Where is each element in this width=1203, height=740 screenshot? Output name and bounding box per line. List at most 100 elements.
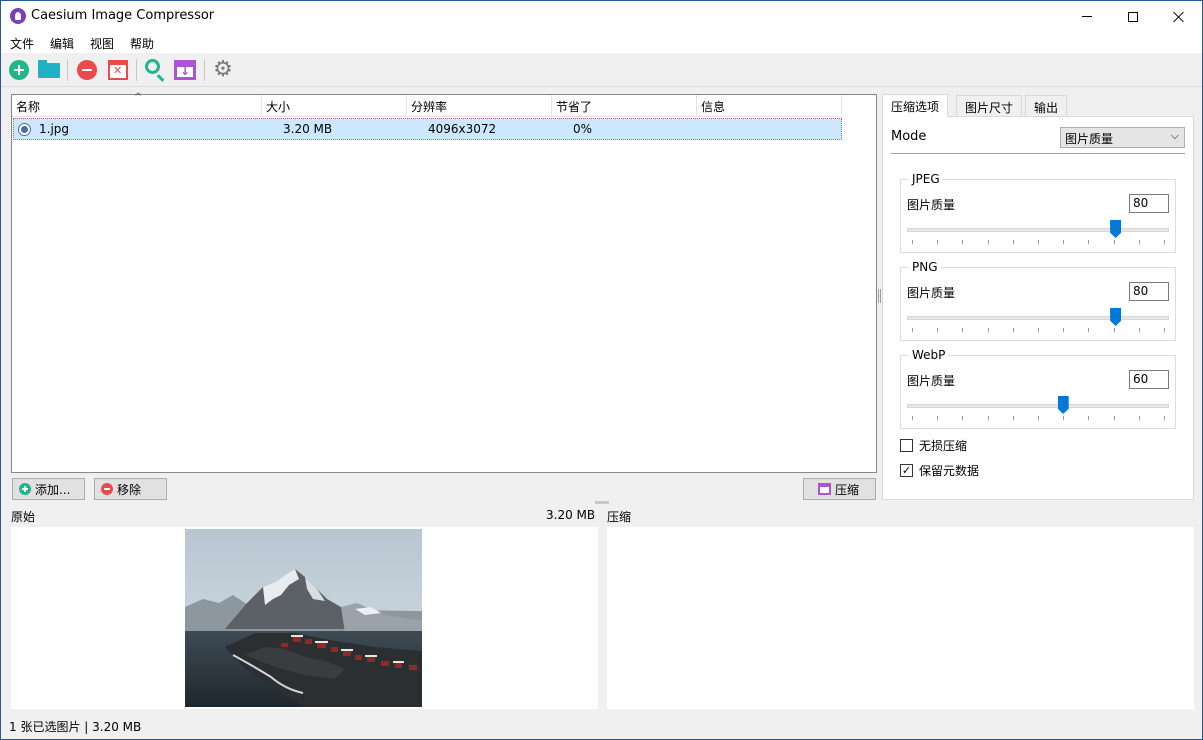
slider-tick — [1063, 240, 1065, 244]
slider-tick — [1138, 240, 1140, 244]
preview-icon — [145, 59, 160, 74]
close-button[interactable] — [1156, 1, 1202, 32]
tab-compression-options[interactable]: 压缩选项 — [882, 94, 949, 117]
mode-select[interactable]: 图片质量 ⌵ — [1060, 127, 1185, 148]
png-quality-slider-thumb[interactable] — [1110, 308, 1122, 326]
slider-tick — [1012, 416, 1014, 420]
status-bar: 1 张已选图片 | 3.20 MB — [1, 714, 1202, 739]
maximize-icon — [1128, 11, 1138, 22]
column-header-name[interactable]: 名称 ^ — [12, 92, 262, 117]
tab-output[interactable]: 输出 — [1025, 95, 1068, 116]
chevron-down-icon: ⌵ — [1170, 129, 1179, 142]
toolbar-separator — [67, 59, 68, 81]
sort-ascending-icon: ^ — [134, 92, 143, 103]
compression-options-panel: Mode 图片质量 ⌵ JPEG 图片质量 80 PNG 图片质量 80 Web… — [882, 116, 1194, 500]
add-button-label: 添加... — [35, 482, 71, 497]
open-folder-icon — [38, 60, 60, 78]
lossless-checkbox[interactable]: 无损压缩 — [900, 437, 967, 453]
horizontal-splitter-handle[interactable] — [595, 501, 609, 504]
column-header-info[interactable]: 信息 — [697, 95, 842, 117]
toolbar-separator — [136, 59, 137, 81]
caesium-app-icon — [10, 8, 26, 24]
toolbar-clear-list-button[interactable] — [106, 58, 130, 82]
vertical-splitter-handle[interactable] — [878, 289, 881, 303]
toolbar-add-button[interactable] — [7, 58, 31, 82]
slider-tick — [937, 328, 939, 332]
slider-tick — [962, 328, 964, 332]
column-header-resolution[interactable]: 分辨率 — [407, 95, 552, 117]
slider-tick — [1164, 240, 1165, 244]
maximize-button[interactable] — [1110, 1, 1156, 32]
compress-button-label: 压缩 — [835, 482, 860, 497]
slider-tick — [987, 328, 989, 332]
png-quality-input[interactable]: 80 — [1129, 282, 1169, 301]
slider-tick — [912, 416, 913, 420]
png-quality-label: 图片质量 — [907, 286, 956, 300]
toolbar-settings-button[interactable]: ⚙ — [211, 58, 235, 82]
mode-select-value: 图片质量 — [1065, 132, 1114, 146]
webp-quality-slider-track[interactable] — [907, 404, 1169, 408]
compress-icon — [818, 483, 831, 495]
jpeg-quality-label: 图片质量 — [907, 198, 956, 212]
slider-tick — [962, 240, 964, 244]
row-name: 1.jpg — [39, 122, 70, 136]
row-saved: 0% — [573, 122, 593, 136]
jpeg-quality-slider-thumb[interactable] — [1110, 220, 1122, 238]
slider-tick — [1164, 328, 1165, 332]
compress-icon — [174, 60, 196, 80]
remove-button[interactable]: 移除 — [94, 478, 167, 500]
tab-image-size[interactable]: 图片尺寸 — [956, 95, 1023, 116]
column-header-size[interactable]: 大小 — [262, 95, 407, 117]
slider-ticks — [912, 240, 1165, 244]
jpeg-quality-input[interactable]: 80 — [1129, 194, 1169, 213]
add-button[interactable]: 添加... — [12, 478, 85, 500]
file-status-icon — [18, 123, 31, 136]
remove-icon — [101, 483, 113, 495]
window-title: Caesium Image Compressor — [31, 8, 215, 23]
table-row[interactable]: 1.jpg 3.20 MB 4096x3072 0% — [13, 118, 842, 140]
webp-group: WebP 图片质量 60 — [900, 348, 1176, 429]
menu-bar: 文件 编辑 视图 帮助 — [1, 32, 1202, 53]
jpeg-group-title: JPEG — [909, 172, 943, 186]
minimize-button[interactable] — [1064, 1, 1110, 32]
slider-tick — [962, 416, 964, 420]
slider-tick — [1113, 240, 1115, 244]
row-size: 3.20 MB — [283, 122, 333, 136]
slider-tick — [1063, 416, 1065, 420]
png-quality-slider-track[interactable] — [907, 316, 1169, 320]
column-header-saved[interactable]: 节省了 — [552, 95, 697, 117]
menu-edit[interactable]: 编辑 — [50, 35, 74, 52]
slider-tick — [987, 240, 989, 244]
menu-file[interactable]: 文件 — [10, 35, 34, 52]
slider-tick — [1038, 416, 1039, 420]
mode-label: Mode — [891, 129, 927, 144]
jpeg-group: JPEG 图片质量 80 — [900, 172, 1176, 253]
menu-view[interactable]: 视图 — [90, 35, 114, 52]
slider-tick — [912, 240, 913, 244]
jpeg-quality-slider-track[interactable] — [907, 228, 1169, 232]
webp-quality-slider-thumb[interactable] — [1057, 396, 1069, 414]
remove-button-label: 移除 — [117, 482, 142, 497]
webp-quality-input[interactable]: 60 — [1129, 370, 1169, 389]
lossless-checkbox-box[interactable] — [900, 438, 913, 452]
clear-list-icon — [108, 60, 128, 80]
slider-tick — [987, 416, 989, 420]
slider-tick — [1113, 416, 1115, 420]
compressed-preview-pane — [607, 527, 1194, 709]
toolbar-compress-button[interactable] — [173, 58, 197, 82]
slider-ticks — [912, 416, 1165, 420]
file-list[interactable]: 名称 ^ 大小 分辨率 节省了 信息 1.jpg 3.20 MB 4096x30… — [11, 92, 877, 473]
toolbar-open-folder-button[interactable] — [37, 58, 61, 82]
list-header: 名称 ^ 大小 分辨率 节省了 信息 — [12, 92, 842, 117]
png-group: PNG 图片质量 80 — [900, 260, 1176, 341]
keep-metadata-checkbox-box[interactable]: ✓ — [900, 463, 913, 477]
keep-metadata-checkbox[interactable]: ✓ 保留元数据 — [900, 462, 979, 478]
add-icon — [9, 60, 29, 80]
compress-button[interactable]: 压缩 — [803, 478, 876, 500]
toolbar-remove-button[interactable] — [75, 58, 99, 82]
toolbar-preview-button[interactable] — [143, 58, 167, 82]
slider-tick — [1088, 240, 1090, 244]
row-resolution: 4096x3072 — [428, 122, 497, 136]
menu-help[interactable]: 帮助 — [130, 35, 154, 52]
original-preview-image — [185, 529, 422, 707]
